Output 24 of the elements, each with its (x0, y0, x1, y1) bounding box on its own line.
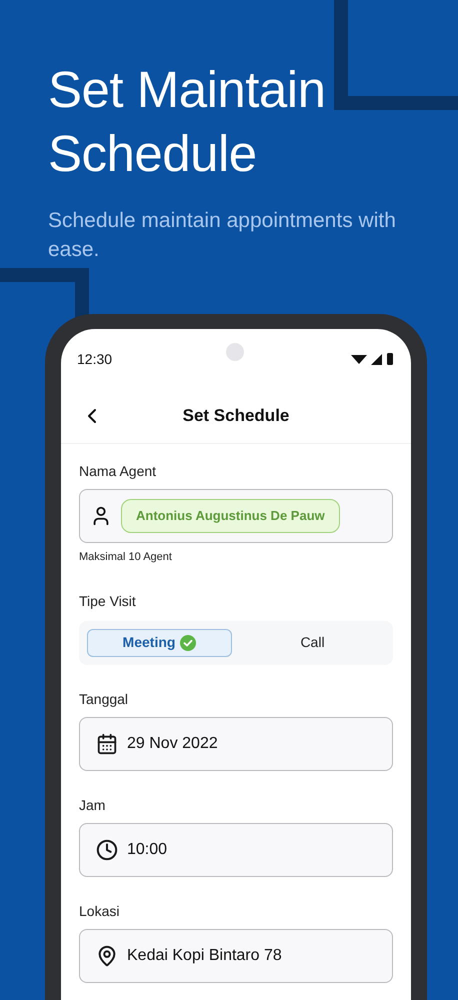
headline-title: Set Maintain Schedule (48, 60, 326, 184)
camera-hole (226, 343, 244, 361)
field-label: Jam (79, 796, 106, 814)
headline-subtitle: Schedule maintain appointments with ease. (48, 208, 397, 263)
field-value: Kedai Kopi Bintaro 78 (127, 946, 282, 966)
field-label: Lokasi (79, 902, 120, 920)
status-icons (351, 352, 395, 366)
input-field[interactable]: 10:00 (79, 822, 393, 876)
status-time: 12:30 (77, 350, 112, 368)
clock-icon (96, 838, 118, 860)
input-field[interactable]: 29 Nov 2022 (79, 716, 393, 770)
calendar-icon (96, 732, 118, 754)
check-icon (180, 634, 196, 650)
screen-title: Set Schedule (182, 404, 290, 427)
field-hint: Maksimal 10 Agent (79, 550, 173, 565)
field-value: 10:00 (127, 840, 168, 860)
field-label: Tanggal (79, 690, 130, 709)
field-label: Nama Agent (79, 462, 158, 481)
field-value: 29 Nov 2022 (127, 734, 218, 754)
field-label: Tipe Visit (79, 592, 137, 611)
location-pin-icon (96, 944, 118, 966)
visit-type-option[interactable]: Meeting (87, 628, 232, 656)
visit-type-option[interactable]: Call (240, 628, 385, 656)
input-field[interactable]: Kedai Kopi Bintaro 78 (79, 928, 393, 982)
